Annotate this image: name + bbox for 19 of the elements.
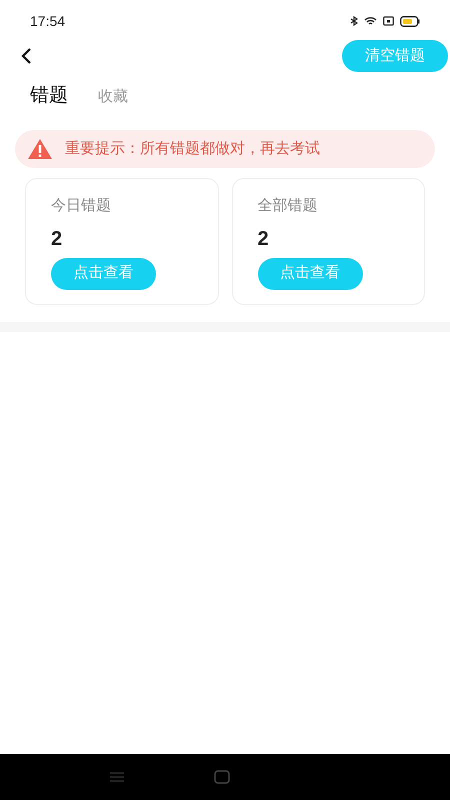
tab[interactable]: 收藏 — [98, 86, 128, 108]
back-icon[interactable] — [20, 47, 32, 65]
card-count: 2 — [258, 226, 269, 252]
status-time: 17:54 — [30, 12, 66, 30]
warning-icon — [27, 138, 53, 160]
menu-icon[interactable] — [110, 772, 124, 782]
view-button[interactable]: 点击查看 — [258, 258, 362, 290]
notice-text: 重要提示：所有错题都做对，再去考试 — [65, 138, 320, 159]
battery-icon — [400, 16, 420, 26]
tab[interactable]: 错题 — [30, 82, 68, 110]
wifi-icon — [364, 16, 377, 26]
sim-icon — [383, 16, 394, 26]
card-title: 今日错题 — [51, 196, 111, 216]
view-button[interactable]: 点击查看 — [51, 258, 156, 290]
card-title: 全部错题 — [258, 196, 318, 216]
home-icon[interactable] — [214, 770, 230, 784]
card-count: 2 — [51, 226, 62, 252]
bluetooth-icon — [350, 16, 358, 26]
clear-button[interactable]: 清空错题 — [342, 40, 448, 72]
